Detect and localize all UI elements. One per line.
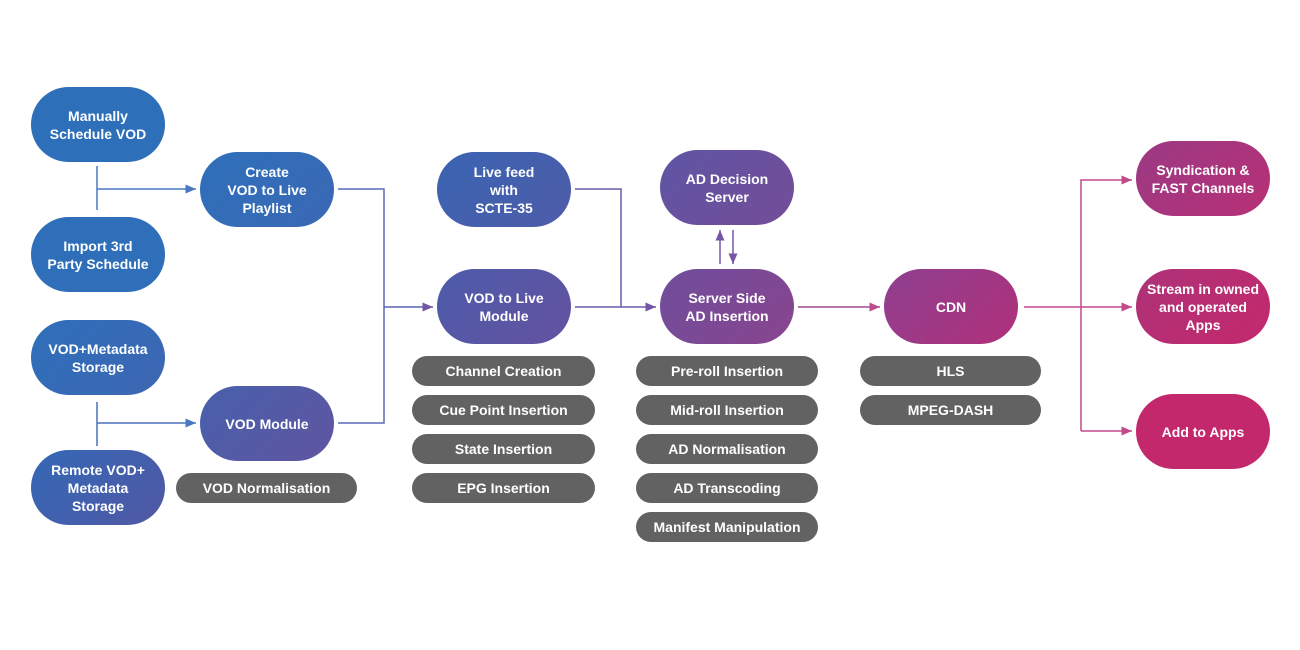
tag-mpeg-dash: MPEG-DASH	[860, 395, 1041, 425]
tag-pre-roll-insertion: Pre-roll Insertion	[636, 356, 818, 386]
node-add-to-apps: Add to Apps	[1136, 394, 1270, 469]
node-remote-vod-metadata-storage: Remote VOD+ Metadata Storage	[31, 450, 165, 525]
tag-cue-point-insertion: Cue Point Insertion	[412, 395, 595, 425]
node-create-vod-to-live-playlist: Create VOD to Live Playlist	[200, 152, 334, 227]
connector-storage	[96, 402, 196, 446]
node-vod-metadata-storage: VOD+Metadata Storage	[31, 320, 165, 395]
tag-state-insertion: State Insertion	[412, 434, 595, 464]
connector-merge	[338, 188, 385, 424]
tag-epg-insertion: EPG Insertion	[412, 473, 595, 503]
tag-hls: HLS	[860, 356, 1041, 386]
tag-mid-roll-insertion: Mid-roll Insertion	[636, 395, 818, 425]
connectors	[96, 166, 1132, 446]
node-syndication-fast-channels: Syndication & FAST Channels	[1136, 141, 1270, 216]
tag-manifest-manipulation: Manifest Manipulation	[636, 512, 818, 542]
connector-syndication	[1080, 175, 1132, 431]
tag-ad-transcoding: AD Transcoding	[636, 473, 818, 503]
connector-schedule	[96, 166, 196, 210]
tag-vod-normalisation: VOD Normalisation	[176, 473, 357, 503]
node-live-feed-scte35: Live feed with SCTE-35	[437, 152, 571, 227]
node-ad-decision-server: AD Decision Server	[660, 150, 794, 225]
tag-channel-creation: Channel Creation	[412, 356, 595, 386]
node-stream-owned-apps: Stream in owned and operated Apps	[1136, 269, 1270, 344]
node-vod-to-live-module: VOD to Live Module	[437, 269, 571, 344]
node-server-side-ad-insertion: Server Side AD Insertion	[660, 269, 794, 344]
node-manually-schedule-vod: Manually Schedule VOD	[31, 87, 165, 162]
node-import-3rd-party-schedule: Import 3rd Party Schedule	[31, 217, 165, 292]
node-cdn: CDN	[884, 269, 1018, 344]
node-vod-module: VOD Module	[200, 386, 334, 461]
connector-live-feed	[575, 188, 622, 307]
tag-ad-normalisation: AD Normalisation	[636, 434, 818, 464]
